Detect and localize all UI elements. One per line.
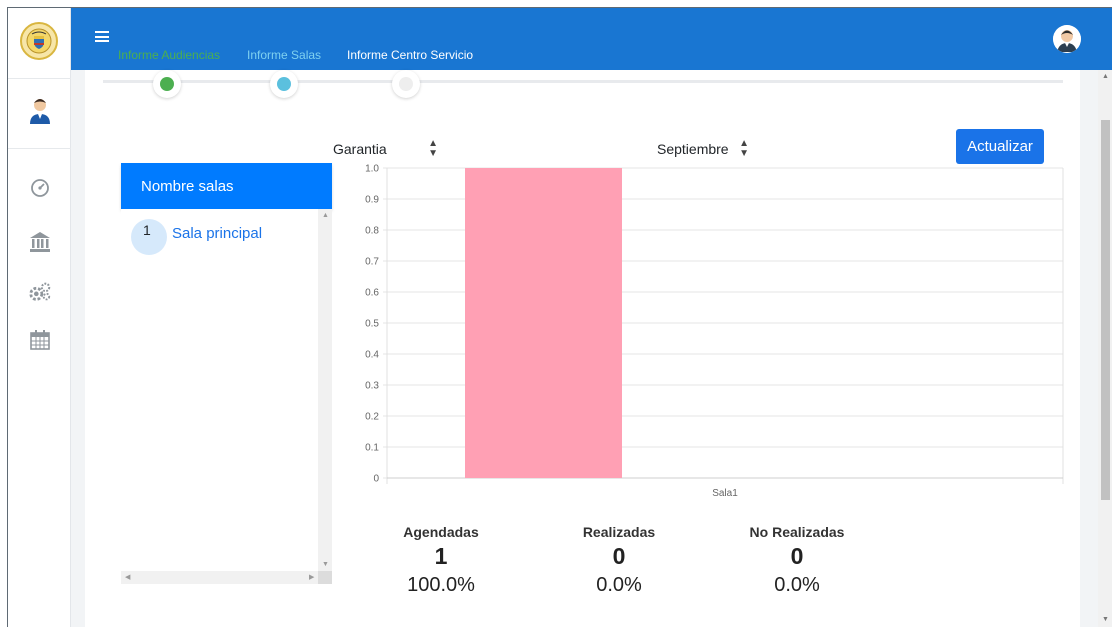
y-tick-label: 0.6 (365, 288, 379, 299)
stat-percent: 0.0% (596, 574, 642, 596)
scrollbar-corner (318, 571, 332, 584)
report-panel: Garantia ▲ ▼ Septiembre ▲ ▼ Actualizar Nom… (85, 70, 1080, 627)
y-tick-label: 0.8 (365, 226, 379, 237)
type-select-value: Garantia (333, 141, 387, 157)
step-audiencias[interactable] (153, 70, 181, 98)
user-profile-icon[interactable] (1053, 25, 1081, 53)
stat-value: 0 (612, 543, 626, 569)
type-select[interactable]: Garantia ▲ ▼ (333, 139, 438, 159)
top-navbar: Informe Audiencias Informe Salas Informe… (71, 8, 1112, 70)
room-number-badge: 1 (131, 219, 167, 255)
stat-value: 0 (790, 543, 804, 569)
y-tick-label: 0.1 (365, 443, 379, 454)
rooms-vertical-scrollbar[interactable]: ▲ ▼ (318, 209, 332, 579)
x-tick-label: Sala1 (712, 488, 738, 499)
stat-realizadas: Realizadas 0 0.0% (559, 524, 679, 597)
rooms-list-header: Nombre salas (121, 163, 332, 209)
y-tick-label: 0 (373, 474, 379, 485)
room-number: 1 (143, 222, 151, 238)
bank-building-icon[interactable] (28, 230, 52, 254)
y-tick-label: 1.0 (365, 164, 379, 175)
update-button[interactable]: Actualizar (956, 129, 1044, 164)
stat-value: 1 (434, 543, 448, 569)
sort-caret-icon: ▲ ▼ (739, 138, 749, 159)
y-tick-label: 0.5 (365, 319, 379, 330)
stat-label: No Realizadas (749, 524, 845, 540)
scroll-up-arrow-icon[interactable]: ▲ (1102, 73, 1109, 80)
rooms-list-body: 1 Sala principal (121, 209, 332, 586)
y-tick-label: 0.2 (365, 412, 379, 423)
bar-chart-canvas: 0 0.1 0.2 0.3 0.4 0.5 0.6 0.7 0.8 0.9 1.0 Sala1 (365, 164, 1064, 499)
list-item[interactable]: 1 Sala principal (131, 219, 262, 255)
page-scrollbar[interactable]: ▲ ▼ (1098, 70, 1112, 627)
y-tick-label: 0.7 (365, 257, 379, 268)
bar (465, 168, 622, 478)
step-centro-servicio[interactable] (392, 70, 420, 98)
step-dot (277, 77, 291, 91)
gears-icon[interactable] (28, 280, 52, 304)
app-window: Informe Audiencias Informe Salas Informe… (7, 7, 1112, 627)
stat-percent: 100.0% (407, 574, 475, 596)
sidebar-divider (8, 78, 71, 79)
y-tick-label: 0.3 (365, 381, 379, 392)
y-tick-label: 0.4 (365, 350, 379, 361)
tab-informe-audiencias[interactable]: Informe Audiencias (118, 48, 220, 62)
rooms-list: Nombre salas 1 Sala principal ▲ ▼ ◀ ▶ (121, 163, 332, 586)
month-select-value: Septiembre (657, 141, 729, 157)
sidebar (8, 8, 71, 627)
scroll-down-arrow-icon[interactable]: ▼ (1102, 616, 1109, 623)
stepper-track (103, 80, 1063, 83)
scroll-right-arrow-icon[interactable]: ▶ (309, 573, 314, 581)
coat-of-arms-logo[interactable] (20, 22, 58, 60)
calendar-icon[interactable] (28, 328, 52, 352)
tab-informe-salas[interactable]: Informe Salas (247, 48, 321, 62)
stat-no-realizadas: No Realizadas 0 0.0% (737, 524, 857, 597)
y-tick-label: 0.9 (365, 195, 379, 206)
scroll-up-arrow-icon[interactable]: ▲ (322, 212, 329, 219)
scroll-down-arrow-icon[interactable]: ▼ (322, 561, 329, 568)
scroll-left-arrow-icon[interactable]: ◀ (125, 573, 130, 581)
stat-label: Realizadas (582, 524, 656, 540)
step-dot (160, 77, 174, 91)
rooms-horizontal-scrollbar[interactable]: ◀ ▶ (121, 571, 318, 584)
room-name: Sala principal (172, 224, 263, 242)
user-avatar-icon[interactable] (27, 96, 53, 126)
sort-caret-icon: ▲ ▼ (428, 138, 438, 159)
sidebar-divider (8, 148, 71, 149)
stat-percent: 0.0% (774, 574, 820, 596)
page-scrollbar-thumb[interactable] (1101, 120, 1110, 500)
bar-chart: 0 0.1 0.2 0.3 0.4 0.5 0.6 0.7 0.8 0.9 1.0 Sala1 (345, 160, 1065, 510)
stat-label: Agendadas (403, 524, 479, 540)
stat-agendadas: Agendadas 1 100.0% (381, 524, 501, 597)
step-dot (399, 77, 413, 91)
dashboard-gauge-icon[interactable] (28, 176, 52, 200)
step-salas[interactable] (270, 70, 298, 98)
month-select[interactable]: Septiembre ▲ ▼ (657, 139, 749, 159)
menu-toggle-icon[interactable] (95, 31, 109, 42)
tab-informe-centro-servicio[interactable]: Informe Centro Servicio (347, 48, 473, 62)
